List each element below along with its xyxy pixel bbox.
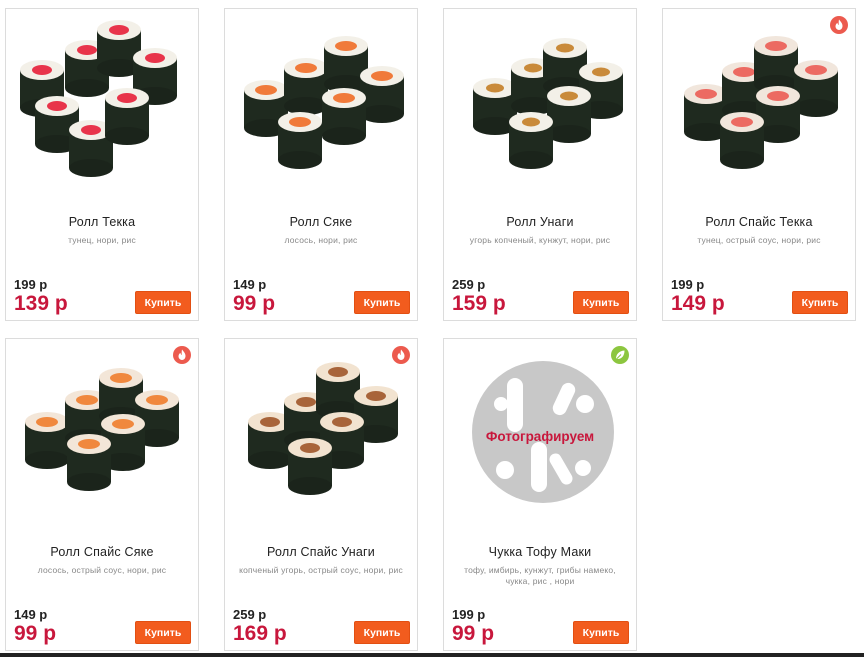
old-price: 149 р — [14, 607, 48, 622]
product-name[interactable]: Ролл Спайс Сяке — [6, 545, 198, 559]
sushi-eel-icon[interactable] — [445, 10, 635, 202]
product-card[interactable]: Ролл Спайс Сяке лосось, острый соус, нор… — [5, 338, 199, 651]
leaf-badge-icon — [611, 346, 629, 364]
new-price: 149 р — [671, 292, 725, 315]
old-price: 199 р — [671, 277, 705, 292]
photo-placeholder-icon[interactable]: Фотографируем — [445, 340, 635, 532]
new-price: 159 р — [452, 292, 506, 315]
new-price: 99 р — [14, 622, 57, 645]
buy-button[interactable]: Купить — [354, 291, 410, 314]
product-card[interactable]: Ролл Спайс Текка тунец, острый соус, нор… — [662, 8, 856, 321]
buy-button[interactable]: Купить — [792, 291, 848, 314]
old-price: 259 р — [452, 277, 486, 292]
old-price: 259 р — [233, 607, 267, 622]
old-price: 199 р — [452, 607, 486, 622]
spicy-badge-icon — [830, 16, 848, 34]
product-name[interactable]: Ролл Спайс Унаги — [225, 545, 417, 559]
spicy-badge-icon — [392, 346, 410, 364]
product-card[interactable]: Ролл Текка тунец, нори, рис 199 р 139 р … — [5, 8, 199, 321]
product-description: тунец, острый соус, нори, рис — [697, 235, 821, 245]
product-description: лосось, нори, рис — [284, 235, 358, 245]
product-name[interactable]: Ролл Унаги — [444, 215, 636, 229]
product-name[interactable]: Ролл Текка — [6, 215, 198, 229]
new-price: 139 р — [14, 292, 68, 315]
product-description: угорь копченый, кунжут, нори, рис — [469, 235, 611, 245]
old-price: 199 р — [14, 277, 48, 292]
new-price: 99 р — [452, 622, 495, 645]
spicy-badge-icon — [173, 346, 191, 364]
sushi-spicy-salmon-icon[interactable] — [7, 340, 197, 532]
sushi-spicy-tuna-icon[interactable] — [664, 10, 854, 202]
product-description: тунец, нори, рис — [68, 235, 136, 245]
product-card[interactable]: Ролл Сяке лосось, нори, рис 149 р 99 р К… — [224, 8, 418, 321]
new-price: 99 р — [233, 292, 276, 315]
placeholder-label: Фотографируем — [486, 429, 594, 444]
page-bottom-divider — [0, 653, 864, 657]
product-description: тофу, имбирь, кунжут, грибы намеко, чукк… — [464, 565, 616, 586]
new-price: 169 р — [233, 622, 287, 645]
buy-button[interactable]: Купить — [135, 291, 191, 314]
product-grid: Ролл Текка тунец, нори, рис 199 р 139 р … — [0, 0, 864, 657]
product-description: копченый угорь, острый соус, нори, рис — [239, 565, 403, 575]
sushi-salmon-icon[interactable] — [226, 10, 416, 202]
buy-button[interactable]: Купить — [573, 291, 629, 314]
old-price: 149 р — [233, 277, 267, 292]
product-description: лосось, острый соус, нори, рис — [37, 565, 167, 575]
product-name[interactable]: Ролл Спайс Текка — [663, 215, 855, 229]
product-card[interactable]: Ролл Спайс Унаги копченый угорь, острый … — [224, 338, 418, 651]
product-name[interactable]: Чукка Тофу Маки — [444, 545, 636, 559]
sushi-tuna-icon[interactable] — [7, 10, 197, 202]
product-name[interactable]: Ролл Сяке — [225, 215, 417, 229]
buy-button[interactable]: Купить — [354, 621, 410, 644]
product-card[interactable]: Фотографируем Чукка Тофу Маки тофу, имби… — [443, 338, 637, 651]
sushi-spicy-eel-icon[interactable] — [226, 340, 416, 532]
buy-button[interactable]: Купить — [573, 621, 629, 644]
product-card[interactable]: Ролл Унаги угорь копченый, кунжут, нори,… — [443, 8, 637, 321]
buy-button[interactable]: Купить — [135, 621, 191, 644]
